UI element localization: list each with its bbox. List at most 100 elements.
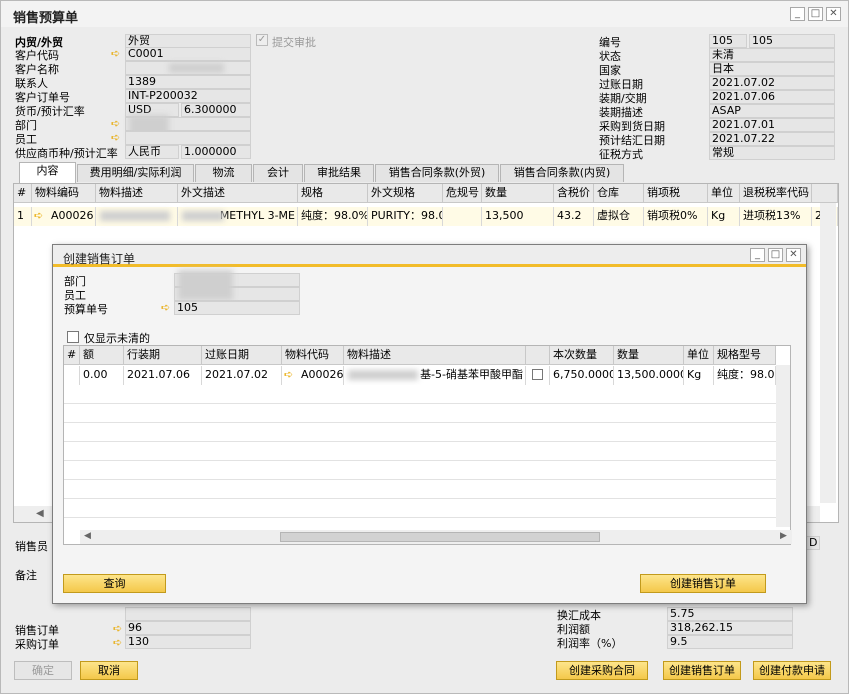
maximize-icon[interactable]: □ [808, 7, 823, 21]
column-header: 行装期 [124, 346, 202, 365]
row-number [64, 366, 80, 385]
column-header: 危规号 [443, 184, 482, 203]
cell-select[interactable] [526, 366, 550, 385]
sales-budget-window: 销售预算单 _ □ ✕ 内贸/外贸 外贸 ✓ 提交审批 客户代码 ➪ C0001… [0, 0, 849, 694]
purchase-arrival-field[interactable]: 2021.07.01 [709, 118, 835, 132]
submit-label: 提交审批 [272, 36, 316, 49]
row-checkbox[interactable] [532, 369, 543, 380]
tab-content[interactable]: 内容 [19, 162, 76, 183]
scroll-thumb[interactable] [280, 532, 600, 542]
tab-contract-domestic[interactable]: 销售合同条款(内贸) [500, 164, 624, 182]
column-header: # [14, 184, 32, 203]
cell-spec[interactable]: 纯度：98.0% M [714, 366, 776, 385]
dialog-items-table: # 额 行装期 过账日期 物料代码 物料描述 本次数量 数量 单位 规格型号 0… [63, 345, 792, 545]
customer-code-field[interactable]: C0001 [125, 47, 251, 61]
column-header: 含税价 [554, 184, 594, 203]
shipment-date-field[interactable]: 2021.07.06 [709, 90, 835, 104]
tab-approval[interactable]: 审批结果 [304, 164, 374, 182]
cell-unit[interactable]: Kg [684, 366, 714, 385]
dialog-budget-field[interactable]: 105 [174, 301, 300, 315]
cell-output-tax[interactable]: 销项税0% [644, 207, 708, 226]
posting-date-field[interactable]: 2021.07.02 [709, 76, 835, 90]
sales-order-field[interactable]: 96 [125, 621, 251, 635]
footer-field-small[interactable]: D [806, 536, 820, 550]
create-purchase-contract-button[interactable]: 创建采购合同 [556, 661, 648, 680]
maximize-icon[interactable]: □ [768, 248, 783, 262]
minimize-icon[interactable]: _ [790, 7, 805, 21]
vertical-scrollbar[interactable] [776, 365, 790, 527]
ok-button[interactable]: 确定 [14, 661, 72, 680]
empty-rows [64, 385, 776, 527]
cell-price[interactable]: 43.2 [554, 207, 594, 226]
scroll-left-icon[interactable]: ◀ [84, 531, 91, 541]
column-header: 物料编码 [32, 184, 96, 203]
country-field[interactable]: 日本 [709, 62, 835, 76]
create-sales-order-dialog: 创建销售订单 _ □ ✕ 部门 员工 预算单号 ➪ 105 仅显示未清的 # 额… [52, 244, 807, 604]
cell-foreign-spec[interactable]: PURITY：98.0 [368, 207, 443, 226]
supplier-currency-field[interactable]: 人民币 [125, 145, 179, 159]
cell-quantity[interactable]: 13,500 [482, 207, 554, 226]
cell-quantity[interactable]: 13,500.0000 [614, 366, 684, 385]
dialog-budget-label: 预算单号 [64, 303, 108, 316]
cell-warehouse[interactable]: 虚拟仓 [594, 207, 644, 226]
trade-field[interactable]: 外贸 [125, 34, 251, 48]
tab-logistics[interactable]: 物流 [195, 164, 252, 182]
column-header: 外文规格 [368, 184, 443, 203]
link-arrow-icon[interactable]: ➪ [111, 118, 125, 129]
number-field[interactable]: 105 [749, 34, 835, 48]
est-settle-field[interactable]: 2021.07.22 [709, 132, 835, 146]
link-arrow-icon[interactable]: ➪ [111, 48, 125, 59]
salesperson-label: 销售员 [15, 540, 48, 553]
cell-unit[interactable]: Kg [708, 207, 740, 226]
cell-hazard-no[interactable] [443, 207, 482, 226]
vertical-scrollbar[interactable] [820, 203, 836, 503]
cell-this-qty[interactable]: 6,750.0000 [550, 366, 614, 385]
link-arrow-icon[interactable]: ➪ [111, 132, 125, 143]
purchase-order-field[interactable]: 130 [125, 635, 251, 649]
cell-refund-tax[interactable]: 进项税13% [740, 207, 812, 226]
column-header: 外文描述 [178, 184, 298, 203]
tab-cost-details[interactable]: 费用明细/实际利润 [77, 164, 194, 182]
table-row[interactable]: 0.00 2021.07.06 2021.07.02 ➪ A00026 基-5-… [64, 366, 776, 385]
cell-line-date[interactable]: 2021.07.06 [124, 366, 202, 385]
horizontal-scrollbar[interactable]: ◀ ▶ [80, 530, 792, 544]
number-series-field[interactable]: 105 [709, 34, 747, 48]
create-sales-order-button[interactable]: 创建销售订单 [640, 574, 766, 593]
cell-posting-date[interactable]: 2021.07.02 [202, 366, 282, 385]
shipment-desc-field[interactable]: ASAP [709, 104, 835, 118]
column-header: 数量 [482, 184, 554, 203]
tab-contract-foreign[interactable]: 销售合同条款(外贸) [375, 164, 499, 182]
close-icon[interactable]: ✕ [786, 248, 801, 262]
minimize-icon[interactable]: _ [750, 248, 765, 262]
link-arrow-icon[interactable]: ➪ [161, 302, 175, 313]
tax-method-field[interactable]: 常规 [709, 146, 835, 160]
rate-field[interactable]: 6.300000 [181, 103, 251, 117]
create-sales-order-button[interactable]: 创建销售订单 [663, 661, 741, 680]
cell-item-code[interactable]: A00026 [298, 366, 344, 385]
title-bar: 销售预算单 _ □ ✕ [1, 1, 848, 27]
scroll-right-icon[interactable]: ▶ [780, 531, 787, 541]
cancel-button[interactable]: 取消 [80, 661, 138, 680]
footer-empty-field[interactable] [125, 607, 251, 621]
scroll-left-icon[interactable]: ◀ [36, 508, 44, 519]
link-arrow-icon[interactable]: ➪ [284, 369, 298, 380]
contact-field[interactable]: 1389 [125, 75, 251, 89]
column-header: 物料代码 [282, 346, 344, 365]
customer-order-field[interactable]: INT-P200032 [125, 89, 251, 103]
link-arrow-icon[interactable]: ➪ [34, 210, 48, 221]
cell-spec[interactable]: 纯度：98.0% [298, 207, 368, 226]
tab-accounting[interactable]: 会计 [253, 164, 303, 182]
cell-amount[interactable]: 0.00 [80, 366, 124, 385]
submit-checkbox[interactable]: ✓ [256, 34, 268, 46]
redacted-blur [178, 270, 233, 300]
cell-item-code[interactable]: A00026 [48, 207, 96, 226]
query-button[interactable]: 查询 [63, 574, 166, 593]
create-payment-request-button[interactable]: 创建付款申请 [753, 661, 831, 680]
close-icon[interactable]: ✕ [826, 7, 841, 21]
column-header: 销项税 [644, 184, 708, 203]
table-row[interactable]: 1 ➪ A00026 METHYL 3-ME 纯度：98.0% PURITY：9… [14, 207, 838, 226]
only-open-checkbox[interactable] [67, 331, 79, 343]
supplier-rate-field[interactable]: 1.000000 [181, 145, 251, 159]
column-header: 过账日期 [202, 346, 282, 365]
staff-field[interactable] [125, 131, 251, 145]
